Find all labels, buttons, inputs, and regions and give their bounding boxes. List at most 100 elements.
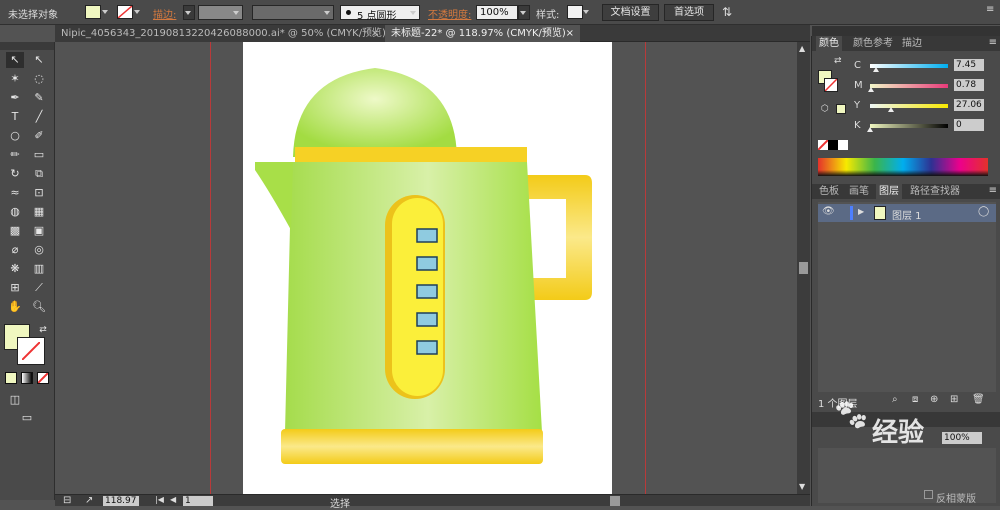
layer-name[interactable]: 图层 1 <box>892 207 922 222</box>
tab-brushes[interactable]: 画笔 <box>846 184 872 199</box>
artboard-nav-icon[interactable]: ⊟ <box>63 495 71 506</box>
pencil-tool-icon[interactable]: ✏ <box>6 147 24 163</box>
stroke-weight-select[interactable] <box>198 5 243 20</box>
pen-tool-icon[interactable]: ✒ <box>6 90 24 106</box>
scale-tool-icon[interactable]: ⧉ <box>30 166 48 182</box>
web-safe-swatch[interactable] <box>836 104 846 114</box>
vertical-scrollbar[interactable]: ▲ ▼ <box>797 42 810 494</box>
gradient-tool-icon[interactable]: ▣ <box>30 223 48 239</box>
page-field[interactable]: 1 <box>183 496 213 506</box>
black-color-chip[interactable] <box>828 140 838 150</box>
free-transform-tool-icon[interactable]: ⊡ <box>30 185 48 201</box>
invert-mask-checkbox[interactable] <box>924 490 933 499</box>
style-dropdown[interactable] <box>582 5 592 20</box>
slider-thumb[interactable] <box>867 127 873 132</box>
stroke-label[interactable]: 描边: <box>153 6 176 21</box>
blend-tool-icon[interactable]: ◎ <box>30 242 48 258</box>
first-page-icon[interactable]: |◀ <box>155 495 164 504</box>
hand-tool-icon[interactable]: ✋ <box>6 299 24 315</box>
zoom-tool-icon[interactable]: 🔍︎ <box>30 299 48 315</box>
out-of-gamut-icon[interactable]: ⬡ <box>821 104 829 114</box>
scroll-thumb[interactable] <box>799 262 808 274</box>
value-m[interactable]: 0.78 <box>954 79 984 91</box>
fill-dropdown[interactable] <box>101 5 111 20</box>
style-swatch[interactable] <box>567 5 583 19</box>
none-mode-button[interactable] <box>37 372 49 384</box>
slider-c[interactable] <box>870 64 948 68</box>
tab-color[interactable]: 颜色 <box>816 36 842 51</box>
color-panel-stroke-swatch[interactable] <box>824 78 838 92</box>
panel-menu-icon[interactable]: ≡ <box>986 4 994 15</box>
color-spectrum[interactable] <box>818 158 988 176</box>
kettle-artwork[interactable] <box>55 42 797 494</box>
width-tool-icon[interactable]: ≈ <box>6 185 24 201</box>
stroke-color-box[interactable] <box>17 337 45 365</box>
export-icon[interactable]: ↗ <box>85 495 93 506</box>
direct-selection-tool-icon[interactable]: ↖ <box>30 52 48 68</box>
value-k[interactable]: 0 <box>954 119 984 131</box>
color-mode-button[interactable] <box>5 372 17 384</box>
canvas-area[interactable] <box>55 42 797 494</box>
shape-builder-tool-icon[interactable]: ◍ <box>6 204 24 220</box>
swap-colors-icon[interactable]: ⇄ <box>834 56 842 66</box>
close-icon[interactable]: × <box>371 25 379 42</box>
brush-select[interactable]: 5 点圆形 <box>340 5 420 22</box>
magic-wand-tool-icon[interactable]: ✶ <box>6 71 24 87</box>
delete-layer-icon[interactable]: 🗑︎ <box>972 394 985 405</box>
perspective-grid-tool-icon[interactable]: ▦ <box>30 204 48 220</box>
layer-row[interactable]: 👁︎ ▶ 图层 1 ◯ <box>818 204 996 222</box>
prev-page-icon[interactable]: ◀ <box>170 495 176 504</box>
eraser-tool-icon[interactable]: ▭ <box>30 147 48 163</box>
tab-layers[interactable]: 图层 <box>876 184 902 199</box>
slider-m[interactable] <box>870 84 948 88</box>
line-tool-icon[interactable]: ╱ <box>30 109 48 125</box>
graph-tool-icon[interactable]: ▥ <box>30 261 48 277</box>
ellipse-tool-icon[interactable]: ○ <box>6 128 24 144</box>
type-tool-icon[interactable]: T <box>6 109 24 125</box>
swap-colors-icon[interactable]: ⇄ <box>34 322 52 338</box>
scroll-up-icon[interactable]: ▲ <box>799 44 805 53</box>
preferences-button[interactable]: 首选项 <box>664 4 714 21</box>
slider-thumb[interactable] <box>867 87 874 92</box>
document-setup-button[interactable]: 文档设置 <box>602 4 659 21</box>
stroke-weight-stepper[interactable] <box>183 5 195 20</box>
tab-stroke[interactable]: 描边 <box>899 36 925 51</box>
fill-swatch[interactable] <box>85 5 101 19</box>
tab-nipic-document[interactable]: Nipic_4056343_20190813220426088000.ai* @… <box>55 25 386 42</box>
tab-pathfinder[interactable]: 路径查找器 <box>907 184 963 199</box>
opacity-dropdown[interactable] <box>518 5 530 20</box>
eye-icon[interactable]: 👁︎ <box>822 206 835 217</box>
draw-mode-icon[interactable]: ◫ <box>6 392 24 408</box>
mesh-tool-icon[interactable]: ▩ <box>6 223 24 239</box>
screen-mode-icon[interactable]: ▭ <box>18 410 36 426</box>
expand-arrow-icon[interactable]: ▶ <box>858 207 864 216</box>
slider-thumb[interactable] <box>872 67 879 72</box>
rotate-tool-icon[interactable]: ↻ <box>6 166 24 182</box>
stroke-dropdown[interactable] <box>133 5 143 20</box>
white-color-chip[interactable] <box>838 140 848 150</box>
tab-untitled-22[interactable]: 未标题-22* @ 118.97% (CMYK/预览) × <box>385 25 580 42</box>
new-layer-icon[interactable]: ⊞ <box>950 394 958 405</box>
selection-tool-icon[interactable]: ↖ <box>6 52 24 68</box>
scroll-down-icon[interactable]: ▼ <box>799 482 805 491</box>
target-icon[interactable]: ◯ <box>978 206 989 217</box>
artboard-tool-icon[interactable]: ⊞ <box>6 280 24 296</box>
opacity-input[interactable]: 100% <box>476 5 518 20</box>
gradient-mode-button[interactable] <box>21 372 33 384</box>
stroke-swatch[interactable] <box>117 5 133 19</box>
zoom-field[interactable]: 118.97 <box>103 496 139 506</box>
arrange-icon[interactable]: ⇅ <box>722 5 732 19</box>
tab-swatches[interactable]: 色板 <box>816 184 842 199</box>
none-color-chip[interactable] <box>818 140 828 150</box>
tab-color-guide[interactable]: 颜色参考 <box>850 36 896 51</box>
variable-width-select[interactable] <box>252 5 334 20</box>
eyedropper-tool-icon[interactable]: ⌀ <box>6 242 24 258</box>
paintbrush-tool-icon[interactable]: ✐ <box>30 128 48 144</box>
close-icon[interactable]: × <box>566 25 574 42</box>
value-y[interactable]: 27.06 <box>954 99 984 111</box>
horizontal-scroll-thumb[interactable] <box>610 496 620 506</box>
tools-panel-header[interactable] <box>0 42 54 50</box>
slider-k[interactable] <box>870 124 948 128</box>
panels-header[interactable] <box>812 26 1000 36</box>
value-c[interactable]: 7.45 <box>954 59 984 71</box>
